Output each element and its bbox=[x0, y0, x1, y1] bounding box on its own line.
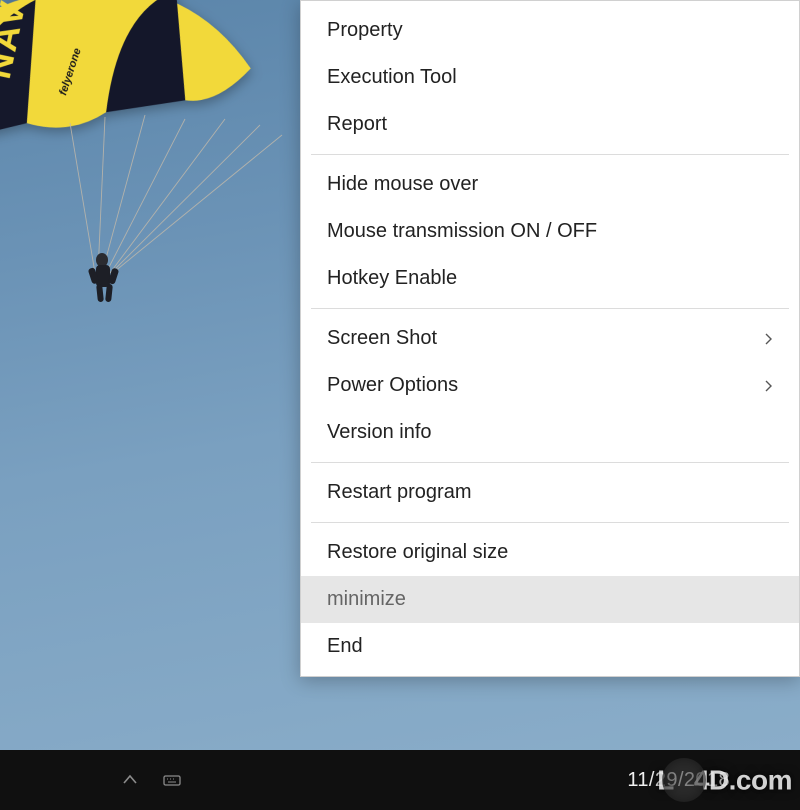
menu-separator bbox=[311, 462, 789, 463]
menu-item-report[interactable]: Report bbox=[301, 101, 799, 148]
menu-item-power-options[interactable]: Power Options bbox=[301, 362, 799, 409]
menu-separator bbox=[311, 522, 789, 523]
menu-item-label: Execution Tool bbox=[327, 63, 457, 92]
menu-item-screen-shot[interactable]: Screen Shot bbox=[301, 315, 799, 362]
menu-item-end[interactable]: End bbox=[301, 623, 799, 670]
menu-item-label: Screen Shot bbox=[327, 324, 437, 353]
menu-item-label: Hotkey Enable bbox=[327, 264, 457, 293]
menu-item-label: Restore original size bbox=[327, 538, 508, 567]
menu-separator bbox=[311, 308, 789, 309]
menu-item-minimize[interactable]: minimize bbox=[301, 576, 799, 623]
menu-separator bbox=[311, 154, 789, 155]
tray-overflow-icon[interactable] bbox=[120, 770, 140, 790]
menu-item-version-info[interactable]: Version info bbox=[301, 409, 799, 456]
chevron-right-icon bbox=[765, 380, 773, 392]
chevron-right-icon bbox=[765, 333, 773, 345]
menu-item-label: Report bbox=[327, 110, 387, 139]
menu-item-label: Power Options bbox=[327, 371, 458, 400]
taskbar: 11/29/2018 bbox=[0, 750, 800, 810]
parachute-jumper bbox=[80, 250, 130, 310]
menu-item-execution-tool[interactable]: Execution Tool bbox=[301, 54, 799, 101]
menu-item-label: Version info bbox=[327, 418, 432, 447]
menu-item-restore-original-size[interactable]: Restore original size bbox=[301, 529, 799, 576]
menu-item-label: End bbox=[327, 632, 363, 661]
menu-item-label: Mouse transmission ON / OFF bbox=[327, 217, 597, 246]
menu-item-label: Hide mouse over bbox=[327, 170, 478, 199]
taskbar-date[interactable]: 11/29/2018 bbox=[627, 769, 730, 792]
context-menu: Property Execution Tool Report Hide mouse o… bbox=[300, 0, 800, 677]
system-tray bbox=[120, 770, 182, 790]
menu-item-restart-program[interactable]: Restart program bbox=[301, 469, 799, 516]
menu-item-label: Property bbox=[327, 16, 403, 45]
menu-item-mouse-transmission[interactable]: Mouse transmission ON / OFF bbox=[301, 208, 799, 255]
menu-item-hotkey-enable[interactable]: Hotkey Enable bbox=[301, 255, 799, 302]
menu-item-property[interactable]: Property bbox=[301, 7, 799, 54]
menu-item-label: Restart program bbox=[327, 478, 472, 507]
menu-item-hide-mouse-over[interactable]: Hide mouse over bbox=[301, 161, 799, 208]
menu-item-label: minimize bbox=[327, 585, 406, 614]
keyboard-icon[interactable] bbox=[162, 770, 182, 790]
